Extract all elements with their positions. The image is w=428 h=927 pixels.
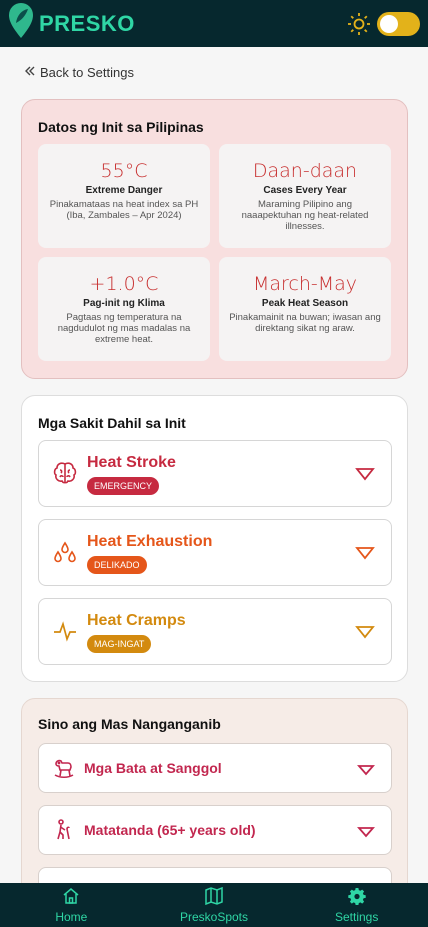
droplets-icon [52, 539, 78, 565]
risk-name: Matatanda (65+ years old) [84, 822, 256, 838]
severity-badge: EMERGENCY [87, 477, 160, 495]
severity-badge: MAG-INGAT [87, 635, 152, 653]
heat-data-card: Datos ng Init sa Pilipinas 55°C Extreme … [21, 99, 408, 379]
chevron-down-icon[interactable] [357, 763, 375, 776]
stat-tile: +1.0°C Pag-init ng Klima Pagtaas ng temp… [38, 257, 210, 361]
map-icon [205, 886, 223, 910]
stat-value: March-May [252, 273, 358, 295]
severity-badge: DELIKADO [87, 556, 147, 574]
illness-name: Heat Cramps [87, 612, 186, 629]
stat-label: Pag-init ng Klima [83, 298, 165, 309]
gear-icon [347, 887, 366, 910]
brain-icon [52, 460, 78, 486]
nav-preskospots[interactable]: PreskoSpots [143, 883, 286, 927]
stat-desc: Pinakamataas na heat index sa PH (Iba, Z… [49, 199, 199, 221]
stat-desc: Maraming Pilipino ang naaapektuhan ng he… [241, 199, 369, 232]
risk-name: Mga Bata at Sanggol [84, 760, 222, 776]
pulse-icon [52, 618, 78, 644]
bottom-nav: Home PreskoSpots Settings [0, 883, 428, 927]
illness-item-heat-stroke[interactable]: Heat Stroke EMERGENCY [38, 440, 392, 507]
back-link[interactable]: Back to Settings [24, 65, 134, 80]
stat-desc: Pinakamainit na buwan; iwasan ang direkt… [229, 312, 381, 334]
leaf-pin-icon [8, 3, 34, 44]
stat-tile: 55°C Extreme Danger Pinakamataas na heat… [38, 144, 210, 248]
nav-label: Home [55, 909, 88, 924]
rocking-horse-icon [52, 756, 76, 780]
risk-item-elderly[interactable]: Matatanda (65+ years old) [38, 805, 392, 855]
stat-label: Peak Heat Season [261, 298, 349, 309]
chevron-down-icon[interactable] [355, 467, 375, 481]
elderly-person-icon [52, 818, 76, 842]
stat-label: Cases Every Year [263, 185, 347, 196]
logo[interactable]: PRESKO [8, 3, 135, 44]
stat-value: Daan-daan [252, 160, 358, 182]
illness-item-heat-cramps[interactable]: Heat Cramps MAG-INGAT [38, 598, 392, 665]
brand-name: PRESKO [39, 10, 135, 36]
chevron-down-icon[interactable] [357, 825, 375, 838]
illness-name: Heat Stroke [87, 454, 176, 471]
chevron-down-icon[interactable] [355, 546, 375, 560]
risk-item-children[interactable]: Mga Bata at Sanggol [38, 743, 392, 793]
sun-icon [347, 12, 371, 36]
nav-settings[interactable]: Settings [285, 883, 428, 927]
stat-tile: March-May Peak Heat Season Pinakamainit … [219, 257, 391, 361]
app-header: PRESKO [0, 0, 428, 47]
stat-tile: Daan-daan Cases Every Year Maraming Pili… [219, 144, 391, 248]
heat-illness-title: Mga Sakit Dahil sa Init [38, 415, 186, 431]
home-icon [62, 887, 80, 910]
theme-toggle[interactable] [377, 11, 420, 36]
risk-groups-title: Sino ang Mas Nanganganib [38, 716, 221, 732]
heat-data-title: Datos ng Init sa Pilipinas [38, 119, 204, 135]
stat-value: 55°C [100, 160, 148, 182]
double-chevron-left-icon [24, 65, 40, 80]
nav-label: Settings [335, 909, 379, 924]
stat-value: +1.0°C [89, 273, 159, 295]
toggle-knob [380, 14, 398, 33]
illness-name: Heat Exhaustion [87, 533, 213, 550]
stat-desc: Pagtaas ng temperatura na nagdudulot ng … [57, 312, 191, 345]
nav-label: PreskoSpots [179, 909, 249, 924]
back-label: Back to Settings [40, 65, 134, 80]
chevron-down-icon[interactable] [355, 625, 375, 639]
heat-illness-card: Mga Sakit Dahil sa Init Heat Stroke EMER… [21, 395, 408, 682]
nav-home[interactable]: Home [0, 883, 143, 927]
stat-label: Extreme Danger [85, 185, 163, 196]
illness-item-heat-exhaustion[interactable]: Heat Exhaustion DELIKADO [38, 519, 392, 586]
